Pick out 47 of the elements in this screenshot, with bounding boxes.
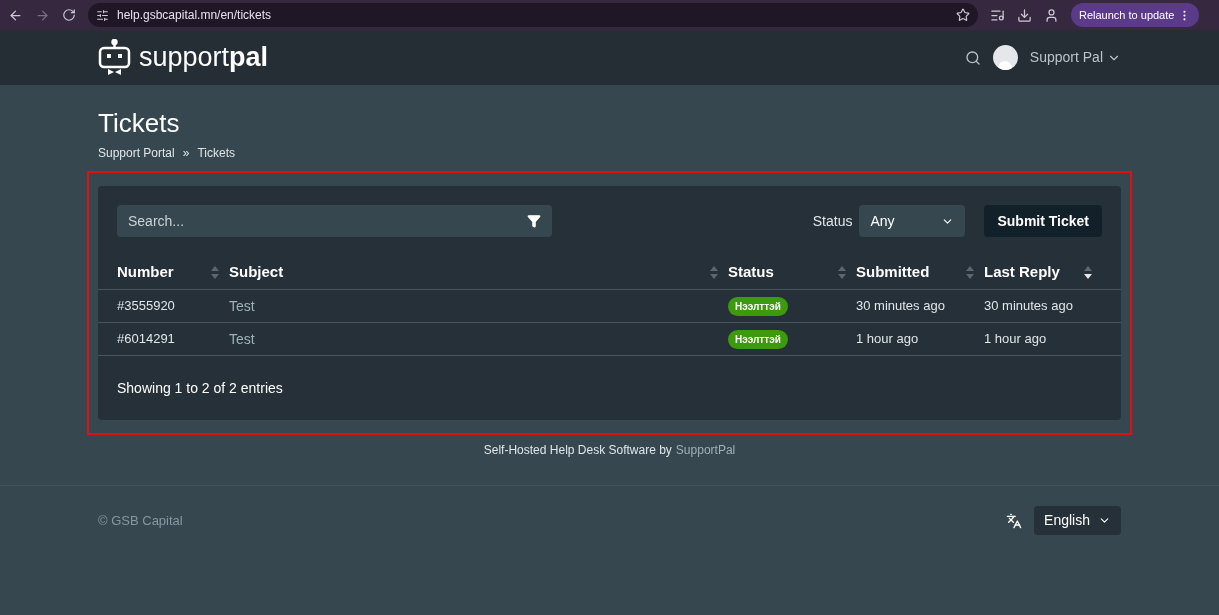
column-header[interactable]: Status bbox=[728, 261, 856, 284]
search-field[interactable]: Search... bbox=[117, 205, 552, 237]
status-badge: Нээлттэй bbox=[728, 297, 788, 316]
forward-icon[interactable] bbox=[35, 7, 50, 23]
subject-link[interactable]: Test bbox=[229, 330, 255, 347]
status-select[interactable]: Any bbox=[859, 205, 966, 237]
breadcrumb-link[interactable]: Tickets bbox=[197, 144, 235, 162]
column-header[interactable]: Subject bbox=[229, 261, 728, 284]
user-menu[interactable]: Support Pal bbox=[1029, 47, 1121, 68]
profile-icon[interactable] bbox=[1044, 7, 1059, 23]
media-icon[interactable] bbox=[990, 7, 1005, 23]
bookmark-star-icon[interactable] bbox=[956, 8, 970, 22]
page-title: Tickets bbox=[98, 107, 181, 139]
submit-ticket-button[interactable]: Submit Ticket bbox=[984, 205, 1102, 237]
url-text: help.gsbcapital.mn/en/tickets bbox=[117, 7, 273, 24]
relaunch-button[interactable]: Relaunch to update bbox=[1071, 3, 1200, 27]
last-reply-cell-text: 1 hour ago bbox=[984, 330, 1048, 349]
submitted-cell-text: 1 hour ago bbox=[856, 330, 920, 349]
address-bar[interactable]: help.gsbcapital.mn/en/tickets bbox=[88, 3, 978, 27]
powered-by-text: Self-Hosted Help Desk Software by bbox=[483, 442, 672, 459]
ticket-number-cell-text: #6014291 bbox=[117, 330, 176, 349]
avatar-icon[interactable] bbox=[992, 45, 1018, 70]
subject-link[interactable]: Test bbox=[229, 297, 255, 314]
entries-info: Showing 1 to 2 of 2 entries bbox=[117, 378, 283, 398]
filter-icon[interactable] bbox=[527, 214, 541, 228]
logo-text[interactable]: supportpal bbox=[139, 44, 269, 71]
supportpal-link[interactable]: SupportPal bbox=[675, 441, 736, 459]
breadcrumb-link[interactable]: Support Portal bbox=[98, 144, 175, 162]
language-icon bbox=[1006, 512, 1023, 529]
copyright-text: © GSB Capital bbox=[98, 511, 183, 530]
download-icon[interactable] bbox=[1017, 7, 1032, 23]
status-badge: Нээлттэй bbox=[728, 330, 788, 349]
column-header[interactable]: Number bbox=[117, 261, 229, 284]
column-header[interactable]: Submitted bbox=[856, 261, 984, 284]
search-placeholder: Search... bbox=[128, 211, 185, 231]
ticket-number-cell-text: #3555920 bbox=[117, 297, 176, 316]
back-icon[interactable] bbox=[8, 7, 23, 23]
robot-logo-icon bbox=[98, 39, 131, 76]
status-label: Status bbox=[812, 211, 853, 231]
search-icon[interactable] bbox=[964, 49, 981, 66]
site-settings-icon[interactable] bbox=[96, 8, 109, 22]
reload-icon[interactable] bbox=[62, 8, 76, 22]
breadcrumb-separator: » bbox=[182, 145, 190, 162]
language-select[interactable]: English bbox=[1034, 506, 1121, 535]
submitted-cell-text: 30 minutes ago bbox=[856, 297, 946, 316]
column-header[interactable]: Last Reply bbox=[984, 261, 1102, 284]
last-reply-cell-text: 30 minutes ago bbox=[984, 297, 1074, 316]
